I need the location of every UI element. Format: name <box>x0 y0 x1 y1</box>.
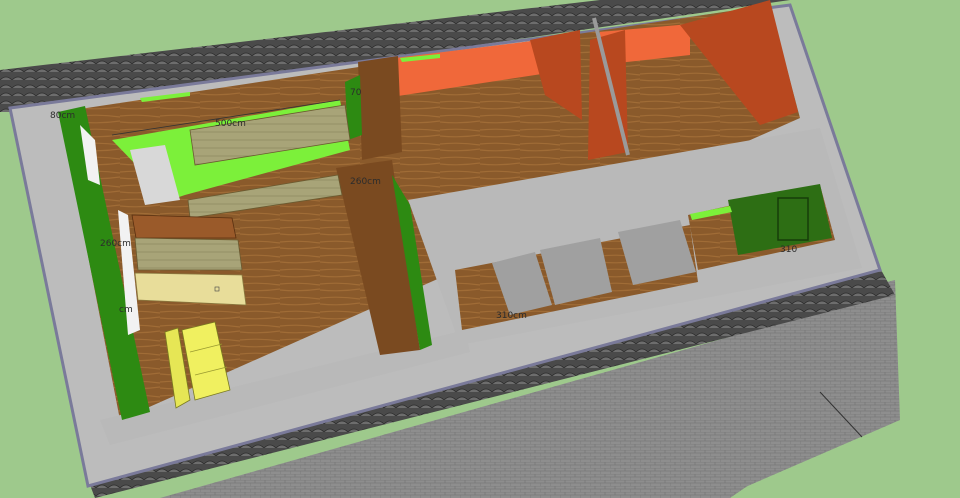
dim-label-260cm-top: 260cm <box>350 177 381 187</box>
partition-column-top <box>358 56 402 160</box>
scene-canvas: 80cm 500cm 70 260cm 260cm cm 310cm 310 <box>0 0 960 498</box>
furniture-cream-board <box>134 272 247 306</box>
dim-label-80cm: 80cm <box>50 111 75 121</box>
furniture-plank-board <box>134 237 243 271</box>
dim-label-260cm-left: 260cm <box>100 239 131 249</box>
furniture-brown-board <box>131 214 237 239</box>
dim-label-500cm: 500cm <box>215 119 246 129</box>
dim-label-70cm: 70 <box>350 88 362 98</box>
dim-label-310cm-right: 310 <box>780 245 797 255</box>
dim-label-cm-left: cm <box>119 305 133 315</box>
rust-wall-2 <box>588 30 628 160</box>
dim-label-310cm-bottom: 310cm <box>496 311 527 321</box>
